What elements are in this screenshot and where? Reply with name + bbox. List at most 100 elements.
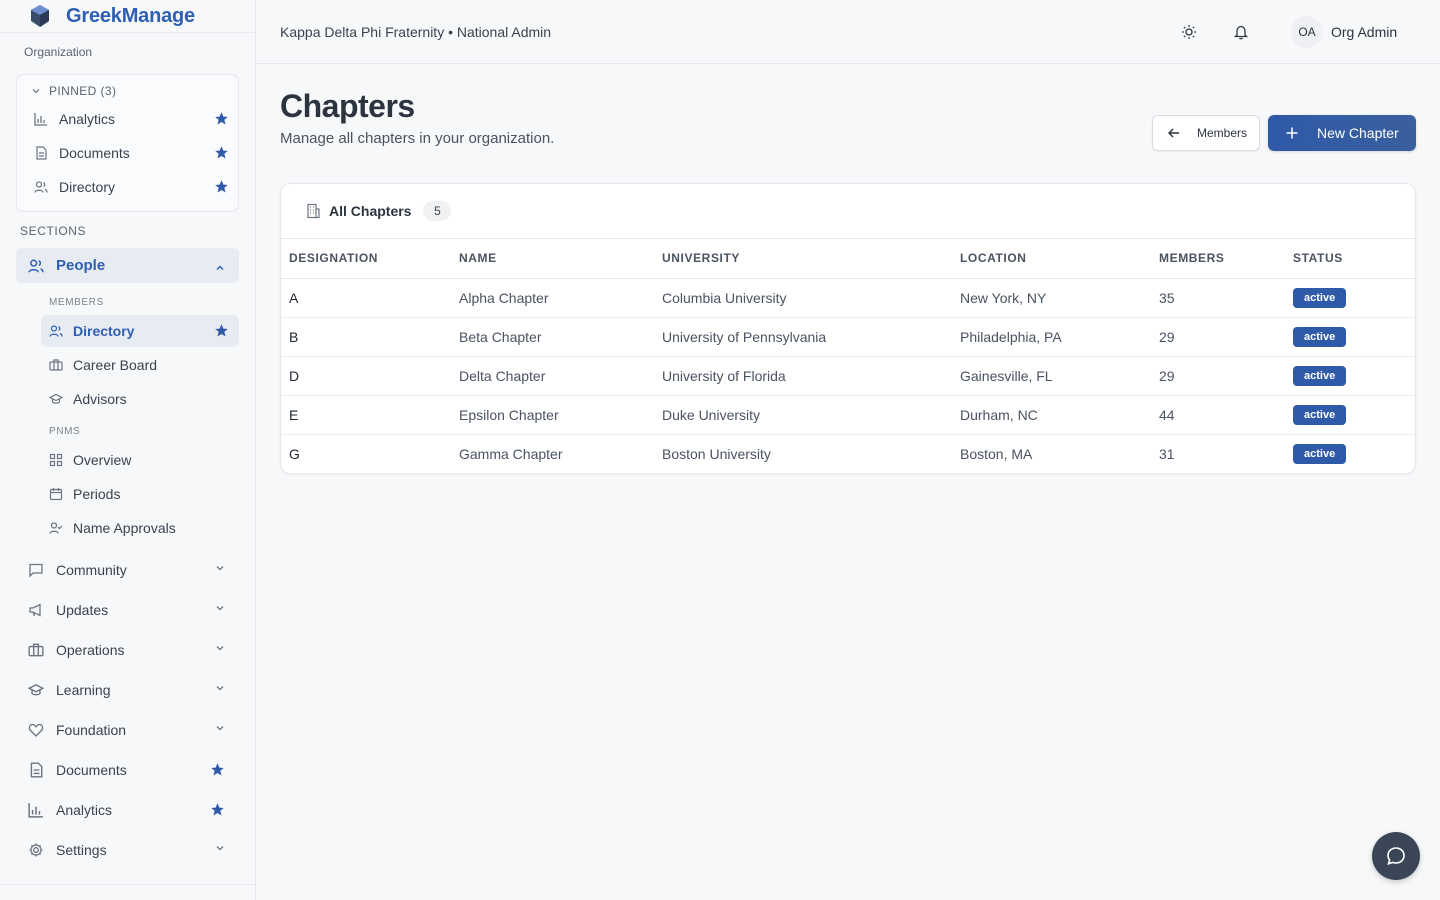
cube-logo-icon xyxy=(30,4,50,28)
section-label: Foundation xyxy=(56,722,127,738)
cell-status: active xyxy=(1293,317,1415,357)
column-header[interactable]: MEMBERS xyxy=(1159,239,1293,279)
status-badge: active xyxy=(1293,287,1347,308)
brand[interactable]: GreekManage xyxy=(0,0,255,33)
section-analytics[interactable]: Analytics xyxy=(16,793,239,827)
cell-designation: G xyxy=(289,445,300,462)
sidebar-item-career-board[interactable]: Career Board xyxy=(41,349,239,381)
sidebar-item-name-approvals[interactable]: Name Approvals xyxy=(41,512,239,544)
star-icon[interactable] xyxy=(210,762,225,777)
new-chapter-button[interactable]: New Chapter xyxy=(1268,115,1416,151)
column-header[interactable]: STATUS xyxy=(1293,239,1415,279)
cell-designation: E xyxy=(281,395,459,435)
cell-status: active xyxy=(1293,278,1415,318)
pinned-item-label: Documents xyxy=(59,145,130,161)
table-row[interactable]: G Gamma Chapter Boston University Boston… xyxy=(281,434,1415,473)
sun-icon[interactable] xyxy=(1179,22,1199,42)
sidebar-item-label: Advisors xyxy=(73,391,127,407)
calendar-icon xyxy=(49,487,65,501)
heart-icon xyxy=(28,722,44,738)
megaphone-icon xyxy=(28,602,44,618)
user-name[interactable]: Org Admin xyxy=(1331,24,1397,40)
pinned-item-analytics[interactable]: Analytics xyxy=(33,105,229,133)
chat-bubble-icon xyxy=(1385,845,1407,867)
cell-members: 29 xyxy=(1159,356,1293,396)
cell-location: Gainesville, FL xyxy=(960,356,1159,396)
star-icon[interactable] xyxy=(214,145,229,163)
cell-university: Duke University xyxy=(662,395,960,435)
chevron-down-icon xyxy=(215,683,225,693)
star-icon[interactable] xyxy=(214,179,229,197)
section-label: Community xyxy=(56,562,127,578)
section-label: Analytics xyxy=(56,802,113,818)
column-header[interactable]: NAME xyxy=(459,239,662,279)
column-header[interactable]: LOCATION xyxy=(960,239,1159,279)
cell-name: Beta Chapter xyxy=(459,317,662,357)
pinned-toggle[interactable]: PINNED (3) xyxy=(31,84,116,98)
cell-status: active xyxy=(1293,356,1415,396)
cell-location: Philadelphia, PA xyxy=(960,317,1159,357)
cell-members: 31 xyxy=(1159,445,1175,462)
sidebar-item-directory[interactable]: Directory xyxy=(41,315,239,347)
section-label: Operations xyxy=(56,642,125,658)
section-learning[interactable]: Learning xyxy=(16,673,239,707)
chevron-down-icon xyxy=(32,89,40,94)
chevron-down-icon xyxy=(215,603,225,613)
sidebar-item-advisors[interactable]: Advisors xyxy=(41,383,239,415)
section-updates[interactable]: Updates xyxy=(16,593,239,627)
cell-university: University of Florida xyxy=(662,356,960,396)
column-header[interactable]: DESIGNATION xyxy=(281,239,459,279)
section-label: Learning xyxy=(56,682,111,698)
chevron-down-icon xyxy=(215,723,225,733)
chevron-down-icon xyxy=(215,563,225,573)
card-title: All Chapters xyxy=(329,203,412,219)
building-icon xyxy=(305,203,321,219)
gear-icon xyxy=(28,842,44,858)
chevron-down-icon xyxy=(215,843,225,853)
table-row[interactable]: E Epsilon Chapter Duke University Durham… xyxy=(281,395,1415,435)
pnms-group-label: PNMS xyxy=(49,426,81,437)
section-community[interactable]: Community xyxy=(16,553,239,587)
cell-location: Durham, NC xyxy=(960,395,1159,435)
sidebar-divider xyxy=(0,884,256,885)
sidebar-item-overview[interactable]: Overview xyxy=(41,444,239,476)
cell-designation: D xyxy=(281,356,459,396)
bell-icon[interactable] xyxy=(1231,22,1251,42)
members-button[interactable]: Members xyxy=(1152,115,1260,151)
table-row[interactable]: B Beta Chapter University of Pennsylvani… xyxy=(281,317,1415,357)
table-header-row: DESIGNATION NAME UNIVERSITY LOCATION MEM… xyxy=(281,239,1415,279)
bar-chart-icon xyxy=(33,111,49,127)
sidebar-item-periods[interactable]: Periods xyxy=(41,478,239,510)
status-badge: active xyxy=(1293,365,1347,386)
section-foundation[interactable]: Foundation xyxy=(16,713,239,747)
pinned-item-label: Analytics xyxy=(59,111,116,127)
pinned-section: PINNED (3) Analytics Documents Directory xyxy=(16,74,239,212)
star-icon[interactable] xyxy=(214,323,229,341)
cell-status: active xyxy=(1293,434,1415,473)
plus-icon xyxy=(1285,126,1299,140)
chevron-up-icon xyxy=(215,260,225,277)
grid-icon xyxy=(49,453,65,467)
section-operations[interactable]: Operations xyxy=(16,633,239,667)
card-header: All Chapters 5 xyxy=(281,184,1415,239)
column-header[interactable]: UNIVERSITY xyxy=(662,239,960,279)
section-settings[interactable]: Settings xyxy=(16,833,239,867)
section-people[interactable]: People xyxy=(16,248,239,283)
pinned-item-documents[interactable]: Documents xyxy=(33,139,229,167)
brand-name: GreekManage xyxy=(66,4,195,27)
chapters-card: All Chapters 5 DESIGNATION NAME UNIVERSI… xyxy=(280,183,1416,474)
section-label: Documents xyxy=(56,762,127,778)
avatar[interactable]: OA xyxy=(1291,16,1323,48)
briefcase-icon xyxy=(49,358,65,372)
cell-members: 29 xyxy=(1159,317,1293,357)
table-row[interactable]: A Alpha Chapter Columbia University New … xyxy=(281,278,1415,318)
section-label: Updates xyxy=(56,602,109,618)
table-row[interactable]: D Delta Chapter University of Florida Ga… xyxy=(281,356,1415,396)
star-icon[interactable] xyxy=(210,802,225,817)
section-documents[interactable]: Documents xyxy=(16,753,239,787)
pinned-item-directory[interactable]: Directory xyxy=(33,173,229,201)
status-badge: active xyxy=(1293,404,1347,425)
sidebar-item-label: Career Board xyxy=(73,357,158,373)
chat-button[interactable] xyxy=(1372,832,1420,880)
star-icon[interactable] xyxy=(214,111,229,129)
